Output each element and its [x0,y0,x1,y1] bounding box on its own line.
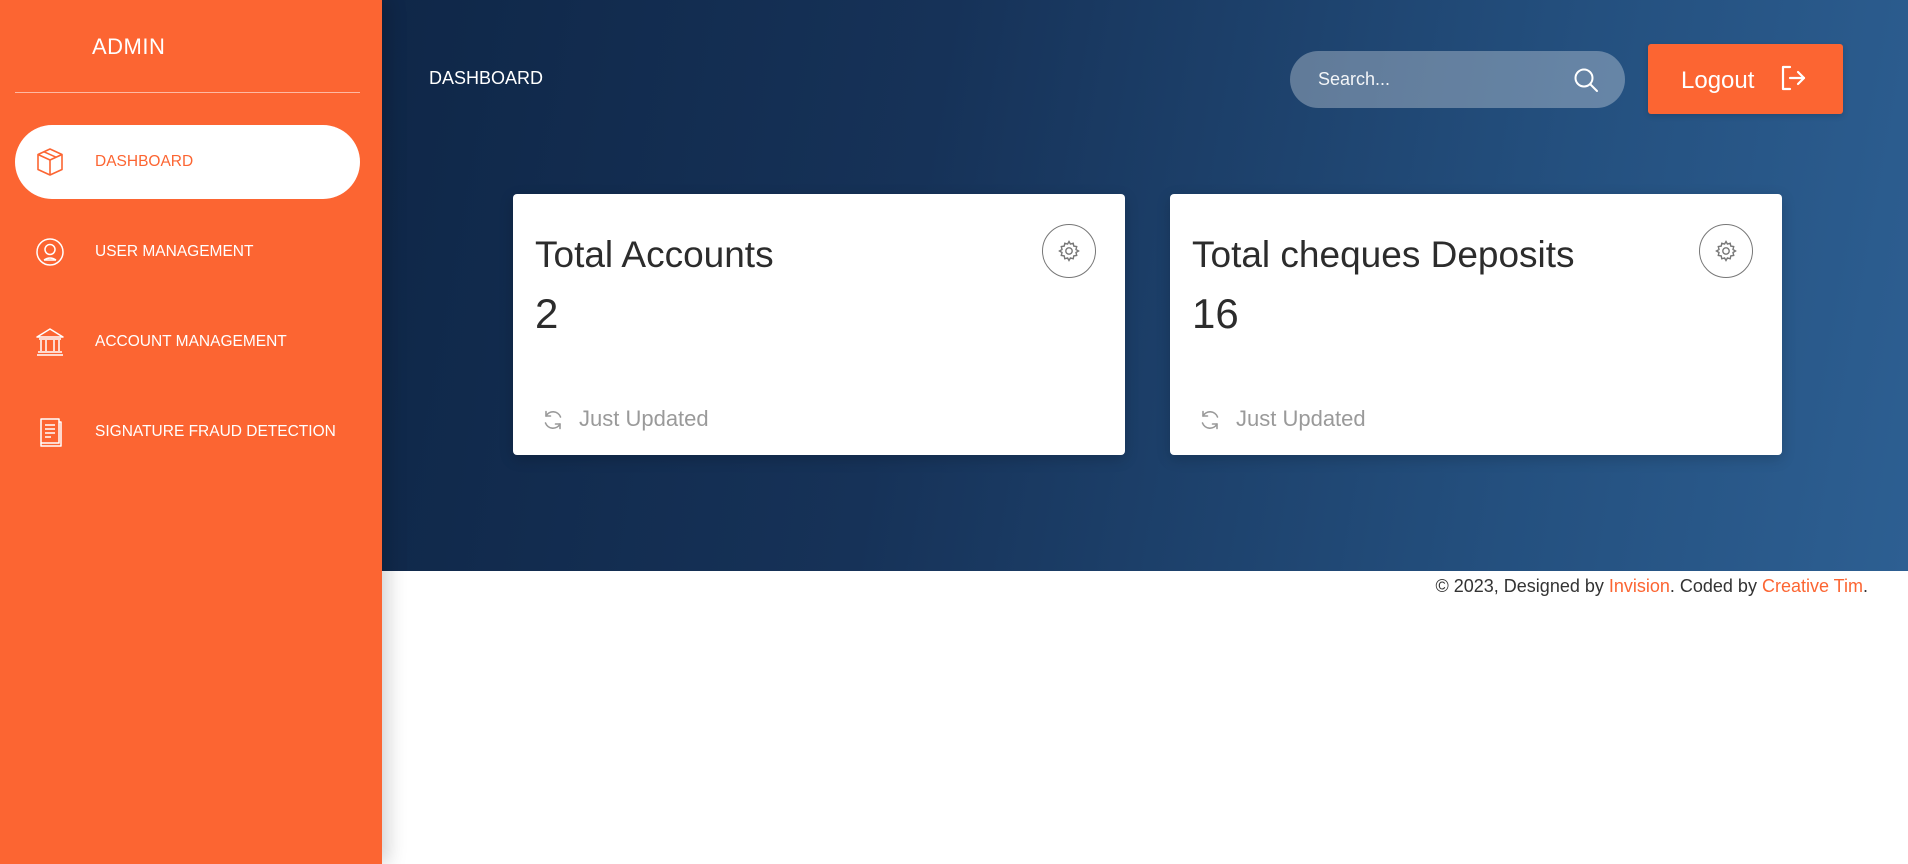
search-bar[interactable] [1290,51,1625,108]
document-icon [34,416,66,448]
card-value: 16 [1192,290,1239,337]
footer-middle: . Coded by [1669,576,1762,596]
box-icon [34,146,66,178]
gear-icon [1715,240,1737,262]
card-title: Total cheques Deposits [1192,234,1575,275]
card-footer-label: Just Updated [1236,406,1366,431]
sidebar-item-label: ACCOUNT MANAGEMENT [95,333,287,350]
sidebar: ADMIN DASHBOARD USER MANAGEMENT ACCOUNT … [0,0,382,864]
copyright-footer: © 2023, Designed by Invision. Coded by C… [1435,576,1868,597]
logout-label: Logout [1681,67,1755,94]
search-input[interactable] [1318,51,1568,108]
user-circle-icon [34,236,66,268]
stat-card-total-cheques-deposits: Total cheques Deposits 16 Just Updated [1170,194,1782,455]
sidebar-divider [15,92,360,93]
invision-link[interactable]: Invision [1609,576,1670,596]
card-title: Total Accounts [535,234,774,275]
sidebar-item-user-management[interactable]: USER MANAGEMENT [15,215,360,289]
sidebar-item-signature-fraud-detection[interactable]: SIGNATURE FRAUD DETECTION [15,395,360,469]
footer-prefix: © 2023, Designed by [1435,576,1609,596]
stat-card-total-accounts: Total Accounts 2 Just Updated [513,194,1125,455]
footer-suffix: . [1862,576,1868,596]
search-icon[interactable] [1572,66,1600,94]
sidebar-item-label: SIGNATURE FRAUD DETECTION [95,423,336,440]
creative-tim-link[interactable]: Creative Tim [1762,576,1863,596]
sidebar-item-dashboard[interactable]: DASHBOARD [15,125,360,199]
gear-icon [1058,240,1080,262]
page-title[interactable]: DASHBOARD [429,68,543,89]
bank-icon [34,326,66,358]
card-value: 2 [535,290,559,337]
sidebar-item-label: USER MANAGEMENT [95,243,254,260]
sidebar-item-label: DASHBOARD [95,153,194,170]
sidebar-item-account-management[interactable]: ACCOUNT MANAGEMENT [15,305,360,379]
settings-button[interactable] [1042,224,1096,278]
logout-icon [1778,63,1808,93]
card-footer-label: Just Updated [579,406,709,431]
refresh-icon [1198,408,1222,432]
refresh-icon [541,408,565,432]
settings-button[interactable] [1699,224,1753,278]
brand-title[interactable]: ADMIN [92,34,165,60]
logout-button[interactable]: Logout [1648,44,1843,114]
